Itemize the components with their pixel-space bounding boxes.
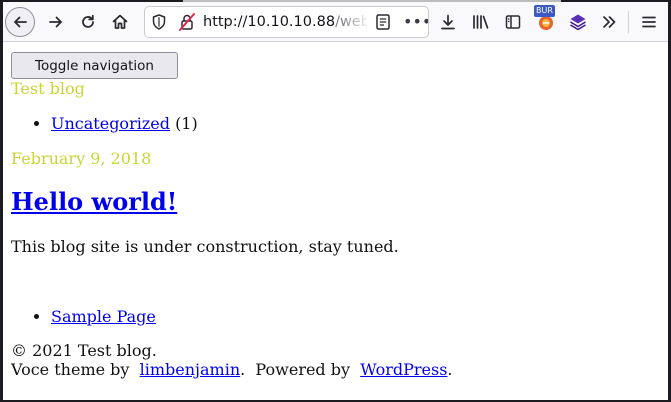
purple-extension-button[interactable] xyxy=(563,7,593,37)
shield-icon[interactable] xyxy=(152,14,166,30)
app-menu-button[interactable] xyxy=(634,7,664,37)
back-button[interactable] xyxy=(5,7,35,37)
overflow-icon xyxy=(603,16,616,28)
burp-extension-button[interactable]: BUR xyxy=(531,5,561,37)
post-title: Hello world! xyxy=(11,186,177,218)
library-button[interactable] xyxy=(466,7,496,37)
downloads-button[interactable] xyxy=(433,7,463,37)
reader-view-icon[interactable] xyxy=(375,13,391,31)
reload-button[interactable] xyxy=(73,7,103,37)
wordpress-link[interactable]: WordPress xyxy=(360,360,447,379)
toolbar-separator xyxy=(628,11,629,33)
web-page-content: Toggle navigation Test blog Uncategorize… xyxy=(3,43,668,400)
toggle-navigation-button[interactable]: Toggle navigation xyxy=(11,52,178,79)
post-title-link[interactable]: Hello world! xyxy=(11,187,177,216)
footer-end-period: . xyxy=(447,360,453,379)
post-body: This blog site is under construction, st… xyxy=(11,237,399,256)
category-list: Uncategorized (1) xyxy=(11,113,198,135)
sidebar-button[interactable] xyxy=(498,7,528,37)
list-item: Uncategorized (1) xyxy=(51,113,198,135)
home-button[interactable] xyxy=(105,7,135,37)
download-icon xyxy=(441,14,455,30)
footer-credits: Voce theme by limbenjamin. Powered by Wo… xyxy=(11,360,453,379)
theme-author-link[interactable]: limbenjamin xyxy=(140,360,241,379)
forward-button[interactable] xyxy=(41,7,71,37)
site-title: Test blog xyxy=(11,79,85,98)
overflow-menu-button[interactable] xyxy=(594,7,624,37)
post-date: February 9, 2018 xyxy=(11,149,152,168)
burp-badge: BUR xyxy=(534,5,555,17)
purple-extension-icon xyxy=(570,14,586,31)
forward-icon xyxy=(49,16,62,28)
reload-icon xyxy=(82,14,94,28)
insecure-lock-icon[interactable] xyxy=(178,13,196,31)
library-icon xyxy=(473,15,489,29)
pages-list: Sample Page xyxy=(11,306,156,328)
site-footer: © 2021 Test blog. Voce theme by limbenja… xyxy=(11,341,453,379)
theme-credit-prefix: Voce theme by xyxy=(11,360,130,379)
page-actions-icon[interactable]: ••• xyxy=(403,13,428,31)
url-host: http://10.10.10.88 xyxy=(203,14,336,30)
sidebar-icon xyxy=(505,15,521,29)
list-item: Sample Page xyxy=(51,306,156,328)
back-icon xyxy=(14,16,27,28)
address-bar[interactable]: http://10.10.10.88/webs ••• xyxy=(144,6,429,38)
category-count: (1) xyxy=(175,114,198,133)
category-link-uncategorized[interactable]: Uncategorized xyxy=(51,114,170,133)
browser-toolbar: http://10.10.10.88/webs ••• BUR xyxy=(3,2,668,42)
home-icon xyxy=(112,14,128,29)
powered-by-prefix: . Powered by xyxy=(240,360,351,379)
page-link-sample-page[interactable]: Sample Page xyxy=(51,307,156,326)
footer-copyright: © 2021 Test blog. xyxy=(11,341,157,360)
hamburger-menu-icon xyxy=(642,16,656,28)
url-fade xyxy=(341,9,371,35)
